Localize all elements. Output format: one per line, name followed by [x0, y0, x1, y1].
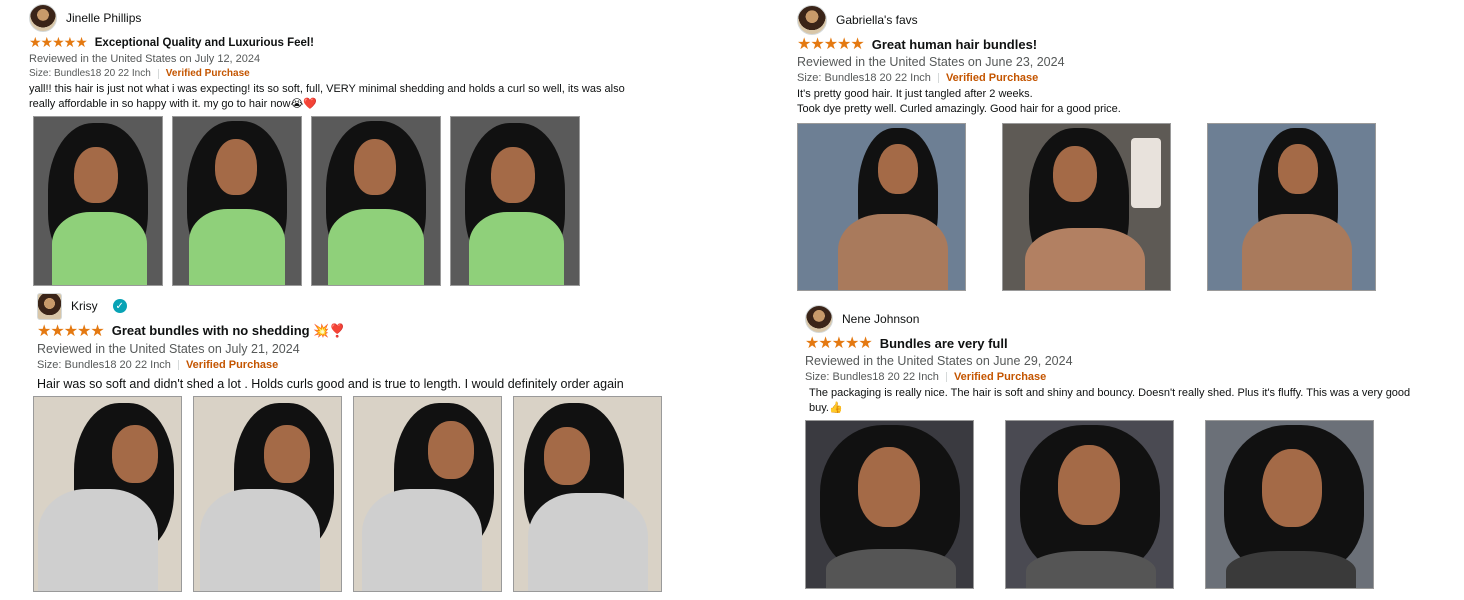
- review-title[interactable]: Exceptional Quality and Luxurious Feel!: [95, 37, 314, 49]
- review-image-thumbnail[interactable]: [1207, 123, 1376, 291]
- reviewer-name[interactable]: Krisy: [71, 299, 98, 313]
- review-body: The packaging is really nice. The hair i…: [809, 387, 1411, 414]
- verified-check-icon: ✓: [112, 299, 127, 313]
- avatar[interactable]: [805, 305, 833, 333]
- review-card-2: Krisy ✓ ★★★★★ Great bundles with no shed…: [33, 292, 677, 592]
- divider: [177, 360, 179, 370]
- review-image-thumbnail[interactable]: [1002, 123, 1171, 291]
- avatar[interactable]: [37, 292, 62, 320]
- avatar[interactable]: [797, 5, 827, 35]
- review-image-thumbnail[interactable]: [1205, 420, 1374, 589]
- reviewer-header[interactable]: Krisy ✓: [37, 292, 677, 320]
- review-card-1: Jinelle Phillips ★★★★★ Exceptional Quali…: [29, 4, 649, 286]
- divider: [157, 68, 159, 79]
- review-image-thumbnail[interactable]: [513, 396, 662, 592]
- review-image-strip: [805, 420, 1425, 589]
- review-title[interactable]: Great bundles with no shedding 💥❣️: [112, 323, 346, 339]
- divider: [945, 372, 947, 382]
- verified-purchase-badge: Verified Purchase: [953, 371, 1047, 383]
- review-title[interactable]: Great human hair bundles!: [872, 37, 1037, 52]
- review-image-thumbnail[interactable]: [172, 116, 302, 286]
- review-image-thumbnail[interactable]: [33, 396, 182, 592]
- review-date: Reviewed in the United States on June 23…: [797, 55, 1065, 69]
- variant-size[interactable]: Size: Bundles18 20 22 Inch: [805, 371, 939, 383]
- review-card-4: Nene Johnson ★★★★★ Bundles are very full…: [805, 305, 1425, 589]
- variant-size[interactable]: Size: Bundles18 20 22 Inch: [37, 359, 171, 371]
- review-image-thumbnail[interactable]: [353, 396, 502, 592]
- review-image-thumbnail[interactable]: [797, 123, 966, 291]
- review-date: Reviewed in the United States on July 21…: [37, 342, 300, 356]
- review-body-line-2: Took dye pretty well. Curled amazingly. …: [797, 103, 1121, 115]
- review-card-3: Gabriella's favs ★★★★★ Great human hair …: [797, 5, 1437, 291]
- review-image-thumbnail[interactable]: [450, 116, 580, 286]
- verified-purchase-badge: Verified Purchase: [165, 68, 250, 79]
- review-body: yall!! this hair is just not what i was …: [29, 83, 625, 110]
- review-image-thumbnail[interactable]: [311, 116, 441, 286]
- review-date: Reviewed in the United States on June 29…: [805, 354, 1073, 368]
- review-body-line-1: It's pretty good hair. It just tangled a…: [797, 88, 1033, 100]
- reviewer-header[interactable]: Nene Johnson: [805, 305, 1425, 333]
- reviewer-header[interactable]: Jinelle Phillips: [29, 4, 649, 32]
- star-rating[interactable]: ★★★★★: [797, 37, 865, 53]
- review-image-strip: [33, 116, 649, 286]
- review-image-thumbnail[interactable]: [805, 420, 974, 589]
- star-rating[interactable]: ★★★★★: [805, 336, 873, 352]
- verified-purchase-badge: Verified Purchase: [945, 72, 1039, 84]
- review-title[interactable]: Bundles are very full: [880, 336, 1008, 351]
- reviewer-name[interactable]: Nene Johnson: [842, 312, 919, 326]
- reviewer-header[interactable]: Gabriella's favs: [797, 5, 1437, 35]
- divider: [937, 73, 939, 83]
- star-rating[interactable]: ★★★★★: [37, 323, 105, 339]
- star-rating[interactable]: ★★★★★: [29, 35, 88, 50]
- review-date: Reviewed in the United States on July 12…: [29, 53, 261, 65]
- reviewer-name[interactable]: Jinelle Phillips: [66, 11, 141, 25]
- variant-size[interactable]: Size: Bundles18 20 22 Inch: [29, 68, 151, 79]
- review-image-thumbnail[interactable]: [193, 396, 342, 592]
- reviewer-name[interactable]: Gabriella's favs: [836, 13, 918, 27]
- review-image-strip: [797, 123, 1437, 291]
- variant-size[interactable]: Size: Bundles18 20 22 Inch: [797, 72, 931, 84]
- review-body: Hair was so soft and didn't shed a lot .…: [37, 377, 624, 391]
- avatar[interactable]: [29, 4, 57, 32]
- review-image-thumbnail[interactable]: [1005, 420, 1174, 589]
- review-image-strip: [33, 396, 677, 592]
- verified-purchase-badge: Verified Purchase: [185, 359, 279, 371]
- review-image-thumbnail[interactable]: [33, 116, 163, 286]
